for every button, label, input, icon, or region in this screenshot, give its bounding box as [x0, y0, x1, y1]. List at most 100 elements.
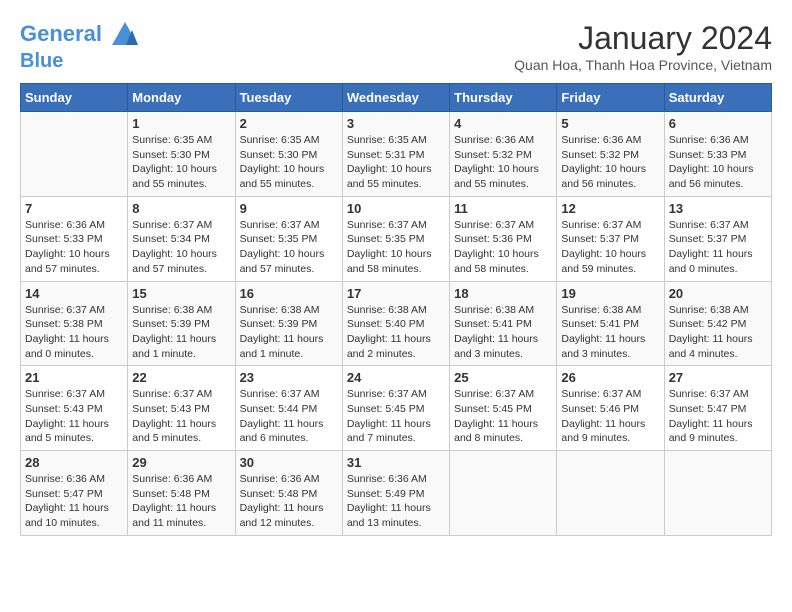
- calendar-cell: 4Sunrise: 6:36 AM Sunset: 5:32 PM Daylig…: [450, 112, 557, 197]
- calendar-week-row: 1 Sunrise: 6:35 AM Sunset: 5:30 PM Daylig…: [21, 112, 772, 197]
- day-info: Sunrise: 6:37 AM Sunset: 5:43 PM Dayligh…: [132, 387, 230, 446]
- calendar-cell: [450, 451, 557, 536]
- day-number: 16: [240, 286, 338, 301]
- weekday-header: Tuesday: [235, 84, 342, 112]
- location: Quan Hoa, Thanh Hoa Province, Vietnam: [514, 57, 772, 73]
- day-info: Sunrise: 6:38 AM Sunset: 5:40 PM Dayligh…: [347, 303, 445, 362]
- day-info: Sunrise: 6:37 AM Sunset: 5:37 PM Dayligh…: [669, 218, 767, 277]
- day-info: Sunrise: 6:37 AM Sunset: 5:45 PM Dayligh…: [454, 387, 552, 446]
- day-info: Sunrise: 6:38 AM Sunset: 5:41 PM Dayligh…: [454, 303, 552, 362]
- weekday-header-row: SundayMondayTuesdayWednesdayThursdayFrid…: [21, 84, 772, 112]
- calendar-cell: 24 Sunrise: 6:37 AM Sunset: 5:45 PM Dayli…: [342, 366, 449, 451]
- day-number: 11: [454, 201, 552, 216]
- month-title: January 2024: [514, 20, 772, 57]
- calendar-cell: 30 Sunrise: 6:36 AM Sunset: 5:48 PM Dayli…: [235, 451, 342, 536]
- calendar-cell: 22 Sunrise: 6:37 AM Sunset: 5:43 PM Dayli…: [128, 366, 235, 451]
- title-block: January 2024 Quan Hoa, Thanh Hoa Provinc…: [514, 20, 772, 73]
- weekday-header: Friday: [557, 84, 664, 112]
- calendar-cell: 21Sunrise: 6:37 AM Sunset: 5:43 PM Dayli…: [21, 366, 128, 451]
- calendar-cell: 23 Sunrise: 6:37 AM Sunset: 5:44 PM Dayli…: [235, 366, 342, 451]
- day-number: 7: [25, 201, 123, 216]
- day-info: Sunrise: 6:37 AM Sunset: 5:36 PM Dayligh…: [454, 218, 552, 277]
- weekday-header: Saturday: [664, 84, 771, 112]
- day-number: 5: [561, 116, 659, 131]
- calendar-cell: 26 Sunrise: 6:37 AM Sunset: 5:46 PM Dayli…: [557, 366, 664, 451]
- calendar-cell: 18 Sunrise: 6:38 AM Sunset: 5:41 PM Dayli…: [450, 281, 557, 366]
- calendar-cell: 31 Sunrise: 6:36 AM Sunset: 5:49 PM Dayli…: [342, 451, 449, 536]
- calendar-cell: 7Sunrise: 6:36 AM Sunset: 5:33 PM Daylig…: [21, 196, 128, 281]
- calendar-cell: 28 Sunrise: 6:36 AM Sunset: 5:47 PM Dayli…: [21, 451, 128, 536]
- day-info: Sunrise: 6:37 AM Sunset: 5:34 PM Dayligh…: [132, 218, 230, 277]
- day-info: Sunrise: 6:37 AM Sunset: 5:43 PM Dayligh…: [25, 387, 123, 446]
- day-number: 26: [561, 370, 659, 385]
- day-number: 14: [25, 286, 123, 301]
- calendar-cell: 8 Sunrise: 6:37 AM Sunset: 5:34 PM Daylig…: [128, 196, 235, 281]
- calendar-cell: 29 Sunrise: 6:36 AM Sunset: 5:48 PM Dayli…: [128, 451, 235, 536]
- calendar-cell: 17 Sunrise: 6:38 AM Sunset: 5:40 PM Dayli…: [342, 281, 449, 366]
- calendar-table: SundayMondayTuesdayWednesdayThursdayFrid…: [20, 83, 772, 536]
- calendar-cell: [557, 451, 664, 536]
- calendar-cell: [21, 112, 128, 197]
- weekday-header: Thursday: [450, 84, 557, 112]
- calendar-cell: 13 Sunrise: 6:37 AM Sunset: 5:37 PM Dayli…: [664, 196, 771, 281]
- day-number: 18: [454, 286, 552, 301]
- day-number: 20: [669, 286, 767, 301]
- logo-blue: Blue: [20, 50, 140, 72]
- day-info: Sunrise: 6:37 AM Sunset: 5:44 PM Dayligh…: [240, 387, 338, 446]
- day-info: Sunrise: 6:36 AM Sunset: 5:47 PM Dayligh…: [25, 472, 123, 531]
- day-info: Sunrise: 6:37 AM Sunset: 5:47 PM Dayligh…: [669, 387, 767, 446]
- day-info: Sunrise: 6:37 AM Sunset: 5:45 PM Dayligh…: [347, 387, 445, 446]
- day-info: Sunrise: 6:35 AM Sunset: 5:30 PM Dayligh…: [132, 133, 230, 192]
- calendar-cell: 12 Sunrise: 6:37 AM Sunset: 5:37 PM Dayli…: [557, 196, 664, 281]
- day-info: Sunrise: 6:36 AM Sunset: 5:49 PM Dayligh…: [347, 472, 445, 531]
- day-info: Sunrise: 6:37 AM Sunset: 5:37 PM Dayligh…: [561, 218, 659, 277]
- calendar-cell: 2Sunrise: 6:35 AM Sunset: 5:30 PM Daylig…: [235, 112, 342, 197]
- calendar-week-row: 21Sunrise: 6:37 AM Sunset: 5:43 PM Dayli…: [21, 366, 772, 451]
- day-number: 23: [240, 370, 338, 385]
- day-number: 1: [132, 116, 230, 131]
- calendar-cell: 14 Sunrise: 6:37 AM Sunset: 5:38 PM Dayli…: [21, 281, 128, 366]
- weekday-header: Monday: [128, 84, 235, 112]
- calendar-cell: 11 Sunrise: 6:37 AM Sunset: 5:36 PM Dayli…: [450, 196, 557, 281]
- day-number: 3: [347, 116, 445, 131]
- day-number: 8: [132, 201, 230, 216]
- calendar-cell: 1 Sunrise: 6:35 AM Sunset: 5:30 PM Daylig…: [128, 112, 235, 197]
- day-info: Sunrise: 6:37 AM Sunset: 5:38 PM Dayligh…: [25, 303, 123, 362]
- calendar-week-row: 28 Sunrise: 6:36 AM Sunset: 5:47 PM Dayli…: [21, 451, 772, 536]
- calendar-week-row: 7Sunrise: 6:36 AM Sunset: 5:33 PM Daylig…: [21, 196, 772, 281]
- calendar-cell: 25Sunrise: 6:37 AM Sunset: 5:45 PM Dayli…: [450, 366, 557, 451]
- calendar-cell: 5Sunrise: 6:36 AM Sunset: 5:32 PM Daylig…: [557, 112, 664, 197]
- logo: General Blue: [20, 20, 140, 72]
- day-info: Sunrise: 6:36 AM Sunset: 5:48 PM Dayligh…: [132, 472, 230, 531]
- calendar-cell: 16 Sunrise: 6:38 AM Sunset: 5:39 PM Dayli…: [235, 281, 342, 366]
- calendar-cell: 9 Sunrise: 6:37 AM Sunset: 5:35 PM Daylig…: [235, 196, 342, 281]
- logo-text: General: [20, 20, 140, 50]
- calendar-cell: 6Sunrise: 6:36 AM Sunset: 5:33 PM Daylig…: [664, 112, 771, 197]
- calendar-cell: 3 Sunrise: 6:35 AM Sunset: 5:31 PM Daylig…: [342, 112, 449, 197]
- day-number: 29: [132, 455, 230, 470]
- day-info: Sunrise: 6:38 AM Sunset: 5:39 PM Dayligh…: [240, 303, 338, 362]
- day-info: Sunrise: 6:36 AM Sunset: 5:48 PM Dayligh…: [240, 472, 338, 531]
- calendar-cell: 20 Sunrise: 6:38 AM Sunset: 5:42 PM Dayli…: [664, 281, 771, 366]
- day-number: 12: [561, 201, 659, 216]
- calendar-cell: 19 Sunrise: 6:38 AM Sunset: 5:41 PM Dayli…: [557, 281, 664, 366]
- day-number: 31: [347, 455, 445, 470]
- day-number: 17: [347, 286, 445, 301]
- day-info: Sunrise: 6:37 AM Sunset: 5:35 PM Dayligh…: [240, 218, 338, 277]
- day-number: 2: [240, 116, 338, 131]
- calendar-cell: 15Sunrise: 6:38 AM Sunset: 5:39 PM Dayli…: [128, 281, 235, 366]
- day-number: 24: [347, 370, 445, 385]
- day-number: 28: [25, 455, 123, 470]
- day-number: 9: [240, 201, 338, 216]
- day-number: 30: [240, 455, 338, 470]
- day-info: Sunrise: 6:38 AM Sunset: 5:41 PM Dayligh…: [561, 303, 659, 362]
- day-number: 22: [132, 370, 230, 385]
- calendar-cell: 27Sunrise: 6:37 AM Sunset: 5:47 PM Dayli…: [664, 366, 771, 451]
- day-number: 13: [669, 201, 767, 216]
- day-info: Sunrise: 6:38 AM Sunset: 5:42 PM Dayligh…: [669, 303, 767, 362]
- day-number: 19: [561, 286, 659, 301]
- day-info: Sunrise: 6:37 AM Sunset: 5:46 PM Dayligh…: [561, 387, 659, 446]
- day-number: 4: [454, 116, 552, 131]
- day-number: 15: [132, 286, 230, 301]
- day-info: Sunrise: 6:35 AM Sunset: 5:31 PM Dayligh…: [347, 133, 445, 192]
